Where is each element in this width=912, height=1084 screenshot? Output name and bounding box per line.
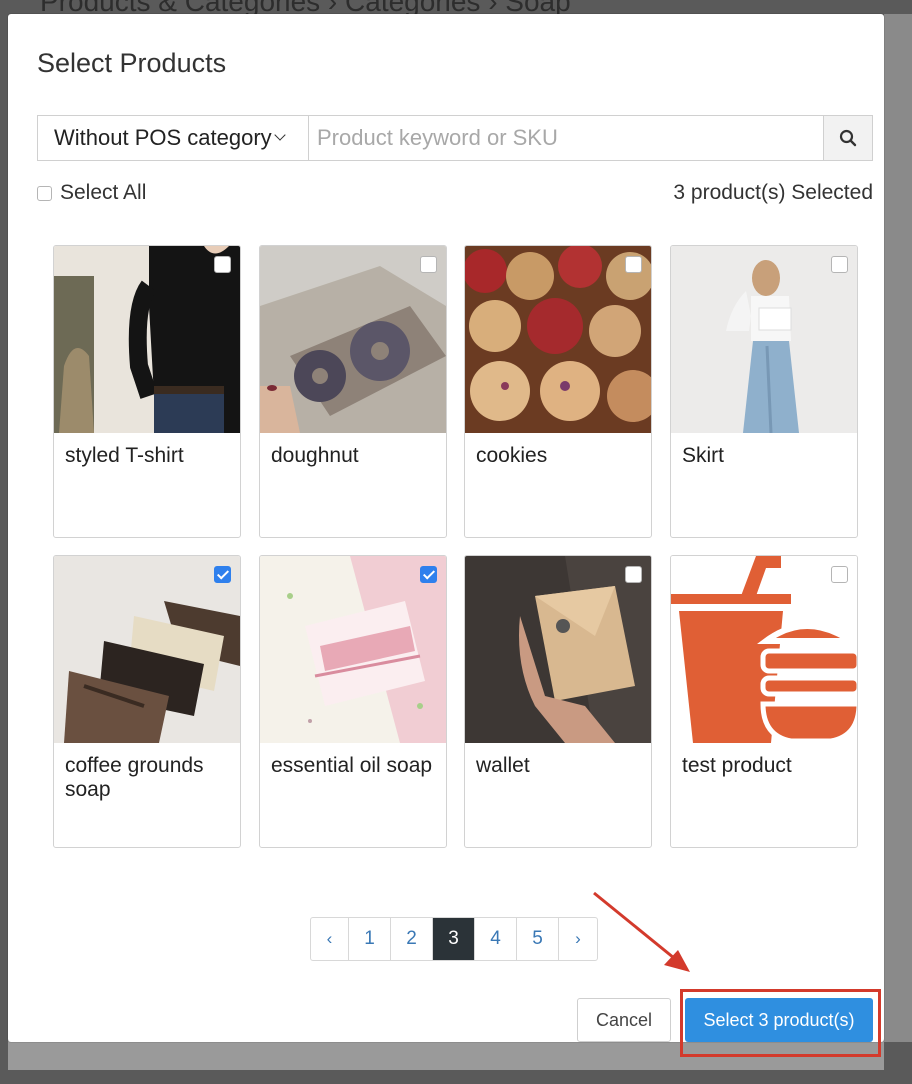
product-card[interactable]: Skirt <box>670 245 858 538</box>
product-card[interactable]: doughnut <box>259 245 447 538</box>
background-page-edge <box>884 14 912 1042</box>
cancel-button[interactable]: Cancel <box>577 998 671 1042</box>
modal-title: Select Products <box>37 48 227 78</box>
pagination-next-button[interactable]: › <box>559 918 597 960</box>
select-products-modal: Select Products Without POS category Sel… <box>8 14 884 1042</box>
product-checkbox[interactable] <box>214 566 231 583</box>
product-image-wallet <box>465 556 651 743</box>
product-checkbox[interactable] <box>420 256 437 273</box>
chevron-down-icon <box>273 129 286 141</box>
category-filter-value: Without POS category <box>54 125 272 150</box>
product-image-doughnut <box>260 246 446 433</box>
product-checkbox[interactable] <box>831 566 848 583</box>
product-name: essential oil soap <box>271 754 433 777</box>
pagination-page-4[interactable]: 4 <box>475 918 517 960</box>
product-name: doughnut <box>271 444 359 467</box>
pagination: ‹ 1 2 3 4 5 › <box>310 917 598 961</box>
select-products-button[interactable]: Select 3 product(s) <box>685 998 873 1042</box>
product-image-cookies <box>465 246 651 433</box>
product-checkbox[interactable] <box>625 256 642 273</box>
product-name: test product <box>682 754 792 777</box>
product-card[interactable]: styled T-shirt <box>53 245 241 538</box>
select-all-checkbox[interactable] <box>37 185 52 201</box>
product-name: wallet <box>476 754 530 777</box>
pagination-page-2[interactable]: 2 <box>391 918 433 960</box>
product-grid: styled T-shirt doughnut cookies Skirt co… <box>53 245 859 849</box>
product-checkbox[interactable] <box>420 566 437 583</box>
search-bar: Without POS category <box>37 115 873 161</box>
product-image-essential-oil-soap <box>260 556 446 743</box>
product-name: Skirt <box>682 444 724 467</box>
pagination-page-3-current[interactable]: 3 <box>433 918 475 960</box>
pagination-page-1[interactable]: 1 <box>349 918 391 960</box>
pagination-page-5[interactable]: 5 <box>517 918 559 960</box>
product-card[interactable]: cookies <box>464 245 652 538</box>
search-button[interactable] <box>823 116 872 160</box>
search-input[interactable] <box>309 116 823 160</box>
select-all-control[interactable]: Select All <box>37 181 146 205</box>
selected-count-text: 3 product(s) Selected <box>673 181 873 204</box>
product-card[interactable]: wallet <box>464 555 652 848</box>
product-image-skirt <box>671 246 857 433</box>
background-page-bottom <box>8 1040 884 1070</box>
product-card[interactable]: coffee grounds soap <box>53 555 241 848</box>
product-checkbox[interactable] <box>214 256 231 273</box>
product-checkbox[interactable] <box>831 256 848 273</box>
product-image-coffee-soap <box>54 556 240 743</box>
product-card[interactable]: test product <box>670 555 858 848</box>
pagination-prev-button[interactable]: ‹ <box>311 918 349 960</box>
product-checkbox[interactable] <box>625 566 642 583</box>
product-name: cookies <box>476 444 548 467</box>
product-name: styled T-shirt <box>65 444 184 467</box>
category-filter-dropdown[interactable]: Without POS category <box>38 116 309 160</box>
search-icon <box>839 129 857 147</box>
product-card[interactable]: essential oil soap <box>259 555 447 848</box>
product-image-test-product <box>671 556 857 743</box>
product-name: coffee grounds soap <box>65 754 204 801</box>
product-image-tshirt <box>54 246 240 433</box>
select-all-label: Select All <box>60 181 147 204</box>
